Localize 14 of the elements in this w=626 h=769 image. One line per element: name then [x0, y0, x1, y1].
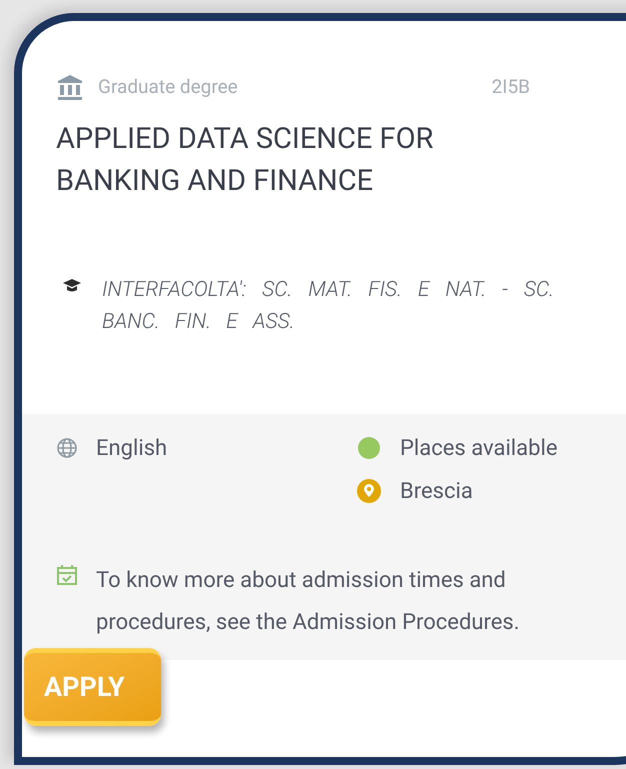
location: Brescia — [400, 478, 473, 506]
bank-icon — [56, 73, 84, 102]
admission-note: To know more about admission times and procedures, see the Admission Procedures. — [96, 566, 521, 636]
course-title: APPLIED DATA SCIENCE FOR BANKING AND FINANCE — [56, 120, 434, 200]
course-code: 2I5B — [492, 74, 530, 100]
location-pin-icon — [356, 478, 382, 504]
faculty-name: INTERFACOLTA': SC. MAT. FIS. E NAT. - SC. BANC. FIN. E ASS. — [102, 276, 554, 336]
calendar-icon — [56, 564, 78, 586]
apply-button[interactable]: APPLY — [24, 648, 161, 726]
globe-icon — [56, 437, 78, 459]
degree-type: Graduate degree — [98, 74, 238, 100]
graduation-cap-icon — [62, 278, 82, 294]
language: English — [96, 434, 168, 462]
availability-status: Places available — [400, 434, 558, 462]
